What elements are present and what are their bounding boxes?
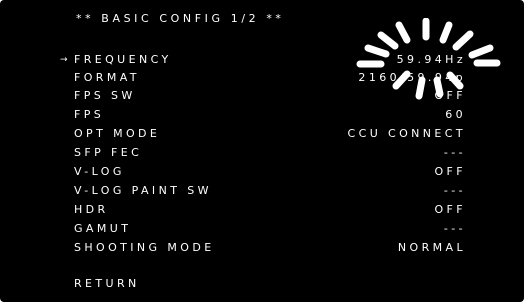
menu-item-value: 60: [445, 108, 466, 121]
menu-item-value: ---: [443, 222, 466, 235]
menu-item-label: V-LOG: [74, 165, 125, 178]
menu-item-value: ---: [443, 184, 466, 197]
menu-item-value: OFF: [434, 165, 466, 178]
menu-item-value: OFF: [434, 203, 466, 216]
camera-osd-screen: ** BASIC CONFIG 1/2 ** → FREQUENCY 59.94…: [0, 0, 524, 302]
menu-item-gamut[interactable]: GAMUT ---: [60, 221, 466, 237]
menu-item-opt-mode[interactable]: OPT MODE CCU CONNECT: [60, 126, 466, 142]
selection-cursor-icon: →: [60, 55, 68, 65]
return-label: RETURN: [74, 277, 140, 290]
menu-item-shooting-mode[interactable]: SHOOTING MODE NORMAL: [60, 240, 466, 256]
busy-spinner-icon: [356, 18, 501, 100]
menu-item-value: NORMAL: [397, 241, 466, 254]
menu-item-label: HDR: [74, 203, 109, 216]
menu-item-label: GAMUT: [74, 222, 132, 235]
menu-item-value: ---: [443, 146, 466, 159]
menu-item-fps[interactable]: FPS 60: [60, 107, 466, 123]
menu-item-label: FPS: [74, 108, 105, 121]
menu-item-label: FORMAT: [74, 71, 140, 84]
menu-item-label: OPT MODE: [74, 127, 161, 140]
menu-item-label: FREQUENCY: [74, 53, 172, 66]
menu-item-return[interactable]: RETURN: [60, 276, 466, 292]
menu-title: ** BASIC CONFIG 1/2 **: [76, 12, 285, 25]
menu-item-sfp-fec[interactable]: SFP FEC ---: [60, 145, 466, 161]
menu-item-label: SFP FEC: [74, 146, 143, 159]
menu-item-label: SHOOTING MODE: [74, 241, 215, 254]
menu-item-v-log-paint-sw[interactable]: V-LOG PAINT SW ---: [60, 183, 466, 199]
menu-item-value: CCU CONNECT: [347, 127, 466, 140]
menu-item-label: V-LOG PAINT SW: [74, 184, 212, 197]
menu-item-hdr[interactable]: HDR OFF: [60, 202, 466, 218]
menu-item-label: FPS SW: [74, 89, 136, 102]
menu-item-v-log[interactable]: V-LOG OFF: [60, 164, 466, 180]
